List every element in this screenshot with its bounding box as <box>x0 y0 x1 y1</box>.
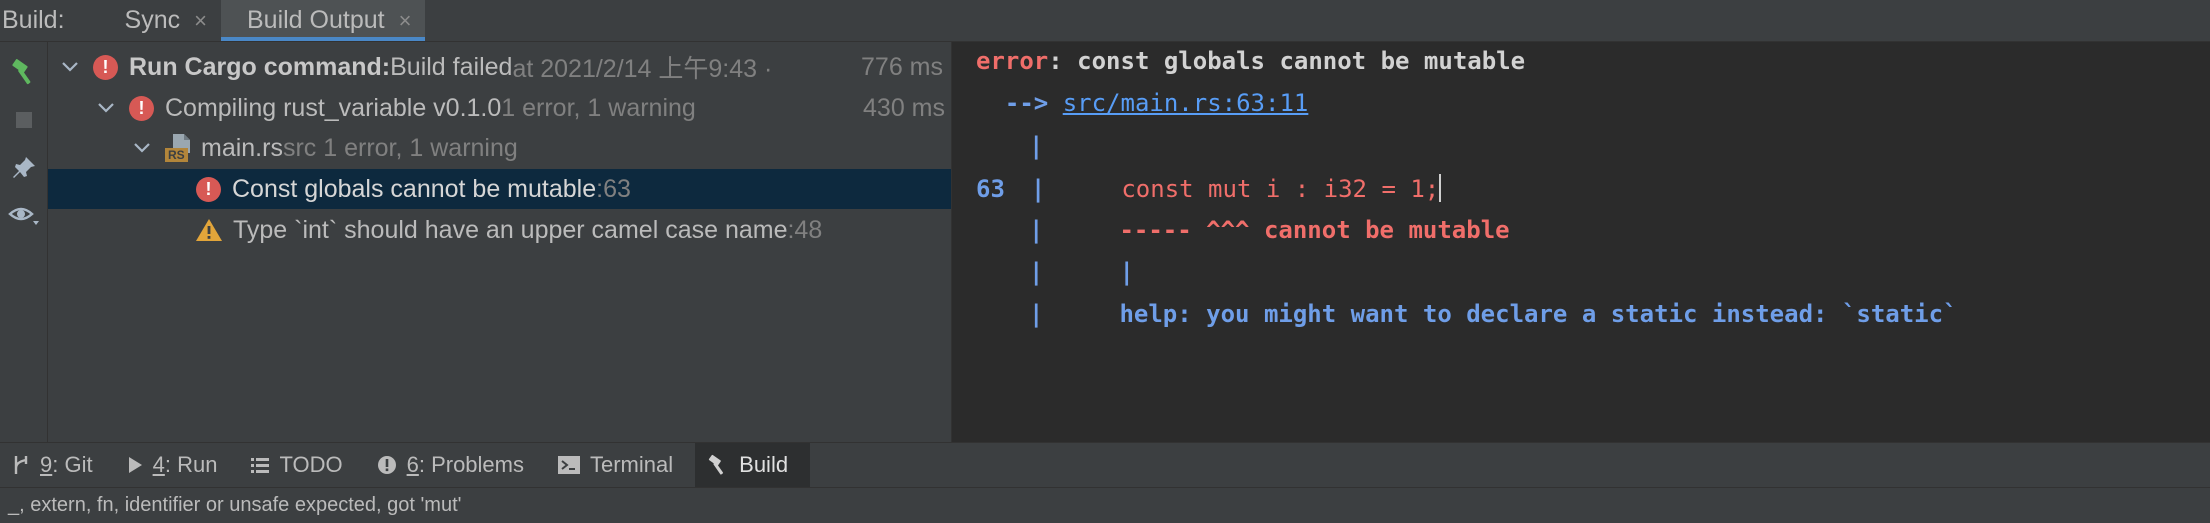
tab-problems[interactable]: 6: Problems <box>365 443 546 487</box>
stop-icon[interactable] <box>0 98 47 142</box>
underline-marker: ----- ^^^ <box>1119 216 1264 244</box>
build-timestamp: at 2021/2/14 上午9:43 · <box>512 55 773 83</box>
problems-shortcut: 6 <box>406 452 419 477</box>
chevron-down-icon[interactable] <box>133 143 151 153</box>
status-bar: _, extern, fn, identifier or unsafe expe… <box>0 487 2210 523</box>
compiling-summary: 1 error, 1 warning <box>501 93 696 122</box>
hammer-icon[interactable] <box>0 50 47 94</box>
eye-icon[interactable] <box>0 194 47 238</box>
close-icon[interactable]: × <box>194 8 207 34</box>
terminal-label: Terminal <box>590 452 674 477</box>
console-output[interactable]: error: const globals cannot be mutable -… <box>952 42 2210 442</box>
hammer-icon <box>707 454 729 476</box>
play-icon <box>127 456 143 474</box>
error-icon: ! <box>196 176 221 202</box>
run-shortcut: 4 <box>152 452 165 477</box>
git-label: : Git <box>52 452 93 477</box>
build-label: Build <box>739 452 789 477</box>
tab-build-output[interactable]: Build Output × <box>221 0 426 41</box>
warning-icon <box>195 217 223 243</box>
error-label: error <box>976 47 1049 75</box>
tab-run[interactable]: 4: Run <box>115 443 240 487</box>
git-branch-icon <box>12 454 30 476</box>
run-cargo-label: Run Cargo command: <box>129 52 391 81</box>
tab-sync[interactable]: Sync × <box>99 0 221 41</box>
text-cursor <box>1439 174 1442 202</box>
chevron-down-icon[interactable] <box>97 103 115 113</box>
console-pipe-line: | | <box>1029 258 1134 286</box>
terminal-icon <box>558 456 580 474</box>
warning-message: Type `int` should have an upper camel ca… <box>233 215 788 244</box>
source-code: const mut i : i32 = 1; <box>1121 175 1440 203</box>
console-code-line: 63 | const mut i : i32 = 1; <box>976 174 1442 203</box>
gutter-pipe: | <box>1029 300 1044 328</box>
main-rs-summary: src 1 error, 1 warning <box>282 133 518 162</box>
build-duration: 776 ms <box>861 52 943 81</box>
build-toolstrip <box>0 42 48 442</box>
source-location-link[interactable]: src/main.rs:63:11 <box>1063 89 1309 117</box>
tab-todo[interactable]: TODO <box>239 443 364 487</box>
location-arrow: --> <box>976 89 1049 117</box>
inner-pipe: | <box>1119 258 1134 286</box>
console-location-line: --> src/main.rs:63:11 <box>976 89 1308 117</box>
problems-label: : Problems <box>418 452 524 477</box>
git-shortcut: 9 <box>40 452 53 477</box>
gutter-pipe: | <box>1029 216 1044 244</box>
compile-duration: 430 ms <box>863 93 945 122</box>
gutter-pipe: | <box>1029 132 1044 160</box>
tab-build[interactable]: Build <box>695 443 811 487</box>
build-tree: ! Run Cargo command: Build failed at 202… <box>48 42 951 442</box>
status-message: _, extern, fn, identifier or unsafe expe… <box>8 494 462 516</box>
error-icon: ! <box>129 95 154 121</box>
tree-row-compiling[interactable]: ! Compiling rust_variable v0.1.0 1 error… <box>48 88 951 128</box>
error-message: Const globals cannot be mutable <box>232 174 597 203</box>
rust-file-icon: RS <box>165 133 193 163</box>
tab-terminal[interactable]: Terminal <box>546 443 695 487</box>
error-text: : const globals cannot be mutable <box>1048 47 1526 75</box>
console-help-line: | help: you might want to declare a stati… <box>1029 300 1958 328</box>
build-status: Build failed <box>390 52 513 81</box>
tree-row-main-rs[interactable]: RS main.rs src 1 error, 1 warning <box>48 128 951 168</box>
help-text: help: you might want to declare a static… <box>1119 300 1958 328</box>
tab-git[interactable]: 9: Git <box>0 443 115 487</box>
todo-label: TODO <box>279 452 343 477</box>
problems-icon <box>377 455 397 475</box>
build-tab-bar: Build: Sync × Build Output × <box>0 0 2210 42</box>
tree-row-error-const[interactable]: ! Const globals cannot be mutable :63 <box>48 169 951 209</box>
tab-build-output-label: Build Output <box>247 6 385 34</box>
list-icon <box>251 457 270 473</box>
tab-sync-label: Sync <box>124 6 181 34</box>
file-badge: RS <box>165 148 188 162</box>
build-title: Build: <box>2 6 65 34</box>
underline-message: cannot be mutable <box>1263 216 1510 244</box>
pin-icon[interactable] <box>0 146 47 190</box>
console-underline-line: | ----- ^^^ cannot be mutable <box>1029 216 1510 244</box>
tree-row-warning-type[interactable]: Type `int` should have an upper camel ca… <box>48 210 951 250</box>
close-icon[interactable]: × <box>399 8 412 34</box>
tree-row-run-cargo[interactable]: ! Run Cargo command: Build failed at 202… <box>48 47 951 87</box>
warning-line-ref: :48 <box>787 215 823 244</box>
main-rs-label: main.rs <box>201 133 283 162</box>
console-error-line: error: const globals cannot be mutable <box>976 47 1525 75</box>
line-number: 63 <box>976 175 1005 203</box>
gutter-pipe: | <box>1029 258 1044 286</box>
error-line-ref: :63 <box>596 174 631 203</box>
gutter-pipe: | <box>1030 175 1046 203</box>
chevron-down-icon[interactable] <box>61 62 79 72</box>
tool-window-bar: 9: Git 4: Run TODO 6: Problems Terminal <box>0 442 2210 487</box>
error-icon: ! <box>93 54 118 80</box>
run-label: : Run <box>164 452 218 477</box>
compiling-label: Compiling rust_variable v0.1.0 <box>165 93 502 122</box>
